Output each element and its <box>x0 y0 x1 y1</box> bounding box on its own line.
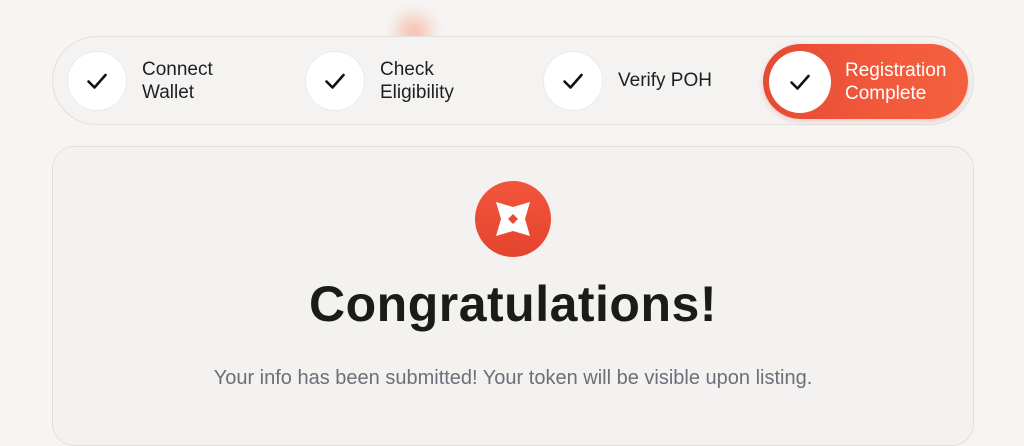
check-icon <box>563 73 583 89</box>
step-check-circle <box>769 50 831 113</box>
step-label: Check Eligibility <box>380 58 454 103</box>
brand-logo-glyph <box>496 202 530 236</box>
step-verify-poh[interactable]: Verify POH <box>543 50 712 111</box>
step-connect-wallet[interactable]: Connect Wallet <box>67 50 213 111</box>
check-icon <box>790 74 810 90</box>
step-check-circle <box>543 50 603 111</box>
step-label: Connect Wallet <box>142 58 213 103</box>
check-icon <box>87 73 107 89</box>
progress-stepper: Connect Wallet Check Eligibility Verify … <box>52 36 974 125</box>
success-title: Congratulations! <box>309 276 717 332</box>
success-card: Congratulations! Your info has been subm… <box>52 146 974 446</box>
success-message: Your info has been submitted! Your token… <box>213 367 813 389</box>
brand-logo-icon <box>475 181 551 257</box>
step-label: Verify POH <box>618 70 712 91</box>
step-check-circle <box>305 50 365 111</box>
step-check-circle <box>67 50 127 111</box>
check-icon <box>325 73 345 89</box>
step-registration-complete[interactable]: Registration Complete <box>763 44 968 119</box>
step-label: Registration Complete <box>845 59 947 104</box>
step-check-eligibility[interactable]: Check Eligibility <box>305 50 454 111</box>
